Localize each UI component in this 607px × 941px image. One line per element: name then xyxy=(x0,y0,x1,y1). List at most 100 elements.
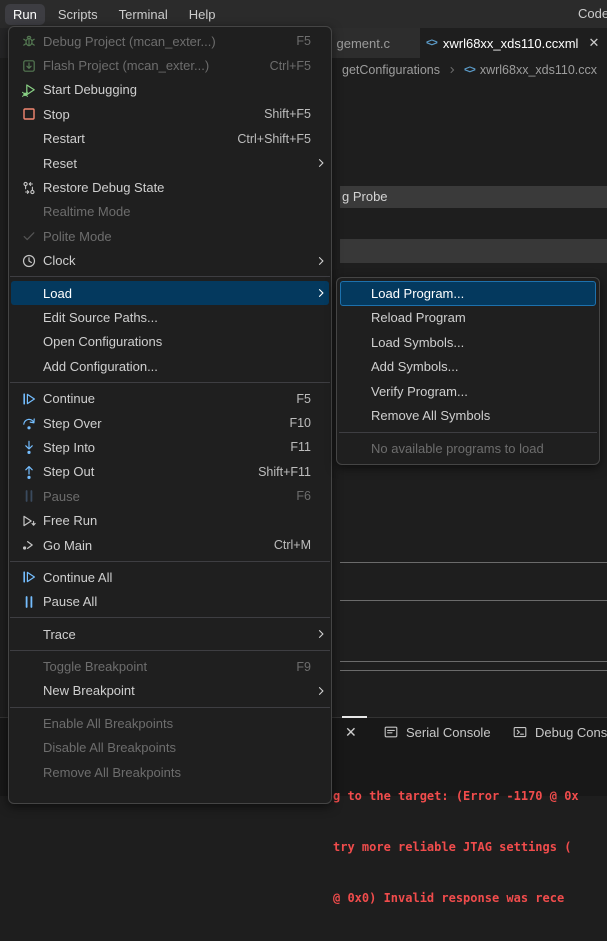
submenu-item-label: Reload Program xyxy=(371,310,466,325)
submenu-item-remove-all-symbols[interactable]: Remove All Symbols xyxy=(340,404,596,429)
panel-tab-close-icon[interactable]: ✕ xyxy=(345,724,357,741)
error-line: @ 0x0) Invalid response was rece xyxy=(333,890,607,907)
menu-item-label: Restart xyxy=(43,131,237,146)
step-into-icon xyxy=(15,439,43,455)
menu-item-shortcut: Ctrl+Shift+F5 xyxy=(237,132,311,146)
menu-item-label: Debug Project (mcan_exter...) xyxy=(43,34,296,49)
menu-item-label: Enable All Breakpoints xyxy=(43,716,315,731)
tab-xwrl68xx-xds110-ccxml[interactable]: <> xwrl68xx_xds110.ccxml ✕ xyxy=(420,28,607,58)
menu-item-restart[interactable]: RestartCtrl+Shift+F5 xyxy=(11,127,329,151)
menu-item-label: Flash Project (mcan_exter...) xyxy=(43,58,270,73)
submenu-item-verify-program[interactable]: Verify Program... xyxy=(340,379,596,404)
form-divider xyxy=(340,661,607,662)
menu-item-polite-mode: Polite Mode xyxy=(11,224,329,248)
submenu-item-reload-program[interactable]: Reload Program xyxy=(340,306,596,331)
form-divider xyxy=(340,600,607,601)
panel-tab-debug-console[interactable]: Debug Cons xyxy=(512,724,607,740)
menu-item-remove-all-breakpoints: Remove All Breakpoints xyxy=(11,760,329,784)
submenu-item-add-symbols[interactable]: Add Symbols... xyxy=(340,355,596,380)
menu-item-pause: PauseF6 xyxy=(11,484,329,508)
free-run-icon xyxy=(15,513,43,529)
breadcrumb-item-file[interactable]: xwrl68xx_xds110.ccx xyxy=(480,63,597,77)
menu-item-trace[interactable]: Trace xyxy=(11,622,329,646)
tab-close-icon[interactable]: ✕ xyxy=(588,35,599,51)
titlebar: Run Scripts Terminal Help Code xyxy=(0,0,607,28)
menu-item-label: Edit Source Paths... xyxy=(43,310,315,325)
menu-item-edit-source-paths[interactable]: Edit Source Paths... xyxy=(11,305,329,329)
menu-item-label: Reset xyxy=(43,156,315,171)
menu-item-step-out[interactable]: Step OutShift+F11 xyxy=(11,460,329,484)
menu-item-toggle-breakpoint: Toggle BreakpointF9 xyxy=(11,654,329,678)
step-out-icon xyxy=(15,464,43,480)
menu-item-label: Toggle Breakpoint xyxy=(43,659,296,674)
menu-item-label: Pause All xyxy=(43,594,315,609)
chevron-right-icon xyxy=(315,287,327,299)
pause-icon xyxy=(15,488,43,504)
debug-console-icon xyxy=(512,724,528,740)
form-divider xyxy=(340,670,607,671)
active-panel-tab-underline xyxy=(342,716,367,718)
menu-item-label: Disable All Breakpoints xyxy=(43,740,315,755)
menubar-item-run[interactable]: Run xyxy=(5,4,45,25)
tab-label: xwrl68xx_xds110.ccxml xyxy=(443,36,579,51)
submenu-item-load-symbols[interactable]: Load Symbols... xyxy=(340,330,596,355)
window-title: Code xyxy=(578,0,607,28)
menu-item-label: Restore Debug State xyxy=(43,180,315,195)
menu-item-label: Open Configurations xyxy=(43,334,315,349)
menu-item-label: Trace xyxy=(43,627,315,642)
menu-item-label: Free Run xyxy=(43,513,315,528)
menu-item-new-breakpoint[interactable]: New Breakpoint xyxy=(11,679,329,703)
code-icon: <> xyxy=(426,37,437,49)
menu-item-enable-all-breakpoints: Enable All Breakpoints xyxy=(11,711,329,735)
menu-item-open-configurations[interactable]: Open Configurations xyxy=(11,330,329,354)
menu-item-label: New Breakpoint xyxy=(43,683,315,698)
menu-item-restore-debug-state[interactable]: Restore Debug State xyxy=(11,175,329,199)
menu-separator xyxy=(10,707,330,708)
menu-item-label: Continue xyxy=(43,391,296,406)
menu-item-shortcut: F5 xyxy=(296,392,311,406)
debug-probe-section-row[interactable]: g Probe xyxy=(340,186,607,208)
go-main-icon xyxy=(15,537,43,553)
submenu-item-load-program[interactable]: Load Program... xyxy=(340,281,596,306)
flash-project-icon xyxy=(15,58,43,74)
start-debugging-icon xyxy=(15,82,43,98)
menu-item-free-run[interactable]: Free Run xyxy=(11,508,329,532)
menu-item-label: Add Configuration... xyxy=(43,359,315,374)
menubar-item-terminal[interactable]: Terminal xyxy=(111,4,176,25)
continue-all-icon xyxy=(15,569,43,585)
clock-icon xyxy=(15,253,43,269)
menu-item-load[interactable]: Load xyxy=(11,281,329,305)
menu-separator xyxy=(10,561,330,562)
check-icon xyxy=(15,228,43,244)
submenu-item-no-available-programs-to-load: No available programs to load xyxy=(340,436,596,461)
menu-item-step-into[interactable]: Step IntoF11 xyxy=(11,435,329,459)
breadcrumb-item-configurations[interactable]: getConfigurations xyxy=(342,63,440,77)
menu-separator xyxy=(10,276,330,277)
panel-tab-label: Serial Console xyxy=(406,725,491,740)
menu-item-pause-all[interactable]: Pause All xyxy=(11,590,329,614)
menu-item-label: Load xyxy=(43,286,315,301)
submenu-item-label: Verify Program... xyxy=(371,384,468,399)
menu-item-reset[interactable]: Reset xyxy=(11,151,329,175)
menu-item-label: Clock xyxy=(43,253,315,268)
menu-item-step-over[interactable]: Step OverF10 xyxy=(11,411,329,435)
menu-item-continue[interactable]: ContinueF5 xyxy=(11,386,329,410)
menu-item-label: Stop xyxy=(43,107,264,122)
menu-item-stop[interactable]: StopShift+F5 xyxy=(11,102,329,126)
menu-item-shortcut: Shift+F11 xyxy=(258,465,311,479)
menu-item-realtime-mode: Realtime Mode xyxy=(11,200,329,224)
panel-tab-serial-console[interactable]: Serial Console xyxy=(383,724,491,740)
menu-item-start-debugging[interactable]: Start Debugging xyxy=(11,78,329,102)
menu-item-debug-project-mcan-exter: Debug Project (mcan_exter...)F5 xyxy=(11,29,329,53)
menu-item-shortcut: Shift+F5 xyxy=(264,107,311,121)
chevron-right-icon xyxy=(315,255,327,267)
menubar-item-help[interactable]: Help xyxy=(181,4,224,25)
menu-item-label: Realtime Mode xyxy=(43,204,315,219)
menu-item-add-configuration[interactable]: Add Configuration... xyxy=(11,354,329,378)
menubar-item-scripts[interactable]: Scripts xyxy=(50,4,106,25)
menu-item-clock[interactable]: Clock xyxy=(11,249,329,273)
menu-item-shortcut: Ctrl+F5 xyxy=(270,59,311,73)
serial-console-icon xyxy=(383,724,399,740)
menu-item-go-main[interactable]: Go MainCtrl+M xyxy=(11,533,329,557)
menu-item-continue-all[interactable]: Continue All xyxy=(11,565,329,589)
